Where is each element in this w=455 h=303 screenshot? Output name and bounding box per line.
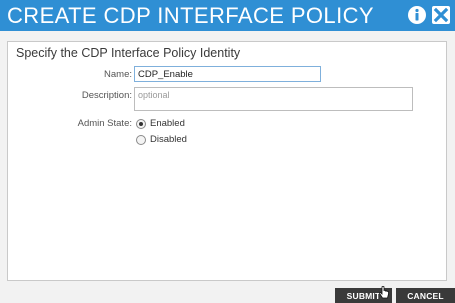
hand-cursor-icon	[379, 286, 389, 299]
name-label: Name:	[104, 69, 132, 80]
disabled-label: Disabled	[150, 134, 187, 145]
close-icon	[432, 6, 450, 24]
admin-state-label: Admin State:	[77, 118, 132, 129]
disabled-radio[interactable]	[136, 134, 146, 145]
cancel-button[interactable]: CANCEL	[396, 288, 455, 303]
info-icon	[408, 6, 426, 24]
close-button[interactable]	[430, 3, 452, 27]
form-panel: Specify the CDP Interface Policy Identit…	[7, 41, 447, 281]
form-heading: Specify the CDP Interface Policy Identit…	[16, 46, 241, 60]
description-input[interactable]	[134, 87, 413, 111]
description-label: Description:	[81, 90, 132, 101]
title-bar: CREATE CDP INTERFACE POLICY	[0, 0, 455, 31]
admin-state-enabled-option[interactable]: Enabled	[136, 118, 185, 129]
enabled-label: Enabled	[150, 118, 185, 129]
name-input[interactable]	[134, 66, 321, 82]
dialog-title: CREATE CDP INTERFACE POLICY	[7, 3, 374, 28]
info-button[interactable]	[406, 3, 428, 27]
enabled-radio[interactable]	[136, 118, 146, 129]
admin-state-disabled-option[interactable]: Disabled	[136, 134, 187, 145]
